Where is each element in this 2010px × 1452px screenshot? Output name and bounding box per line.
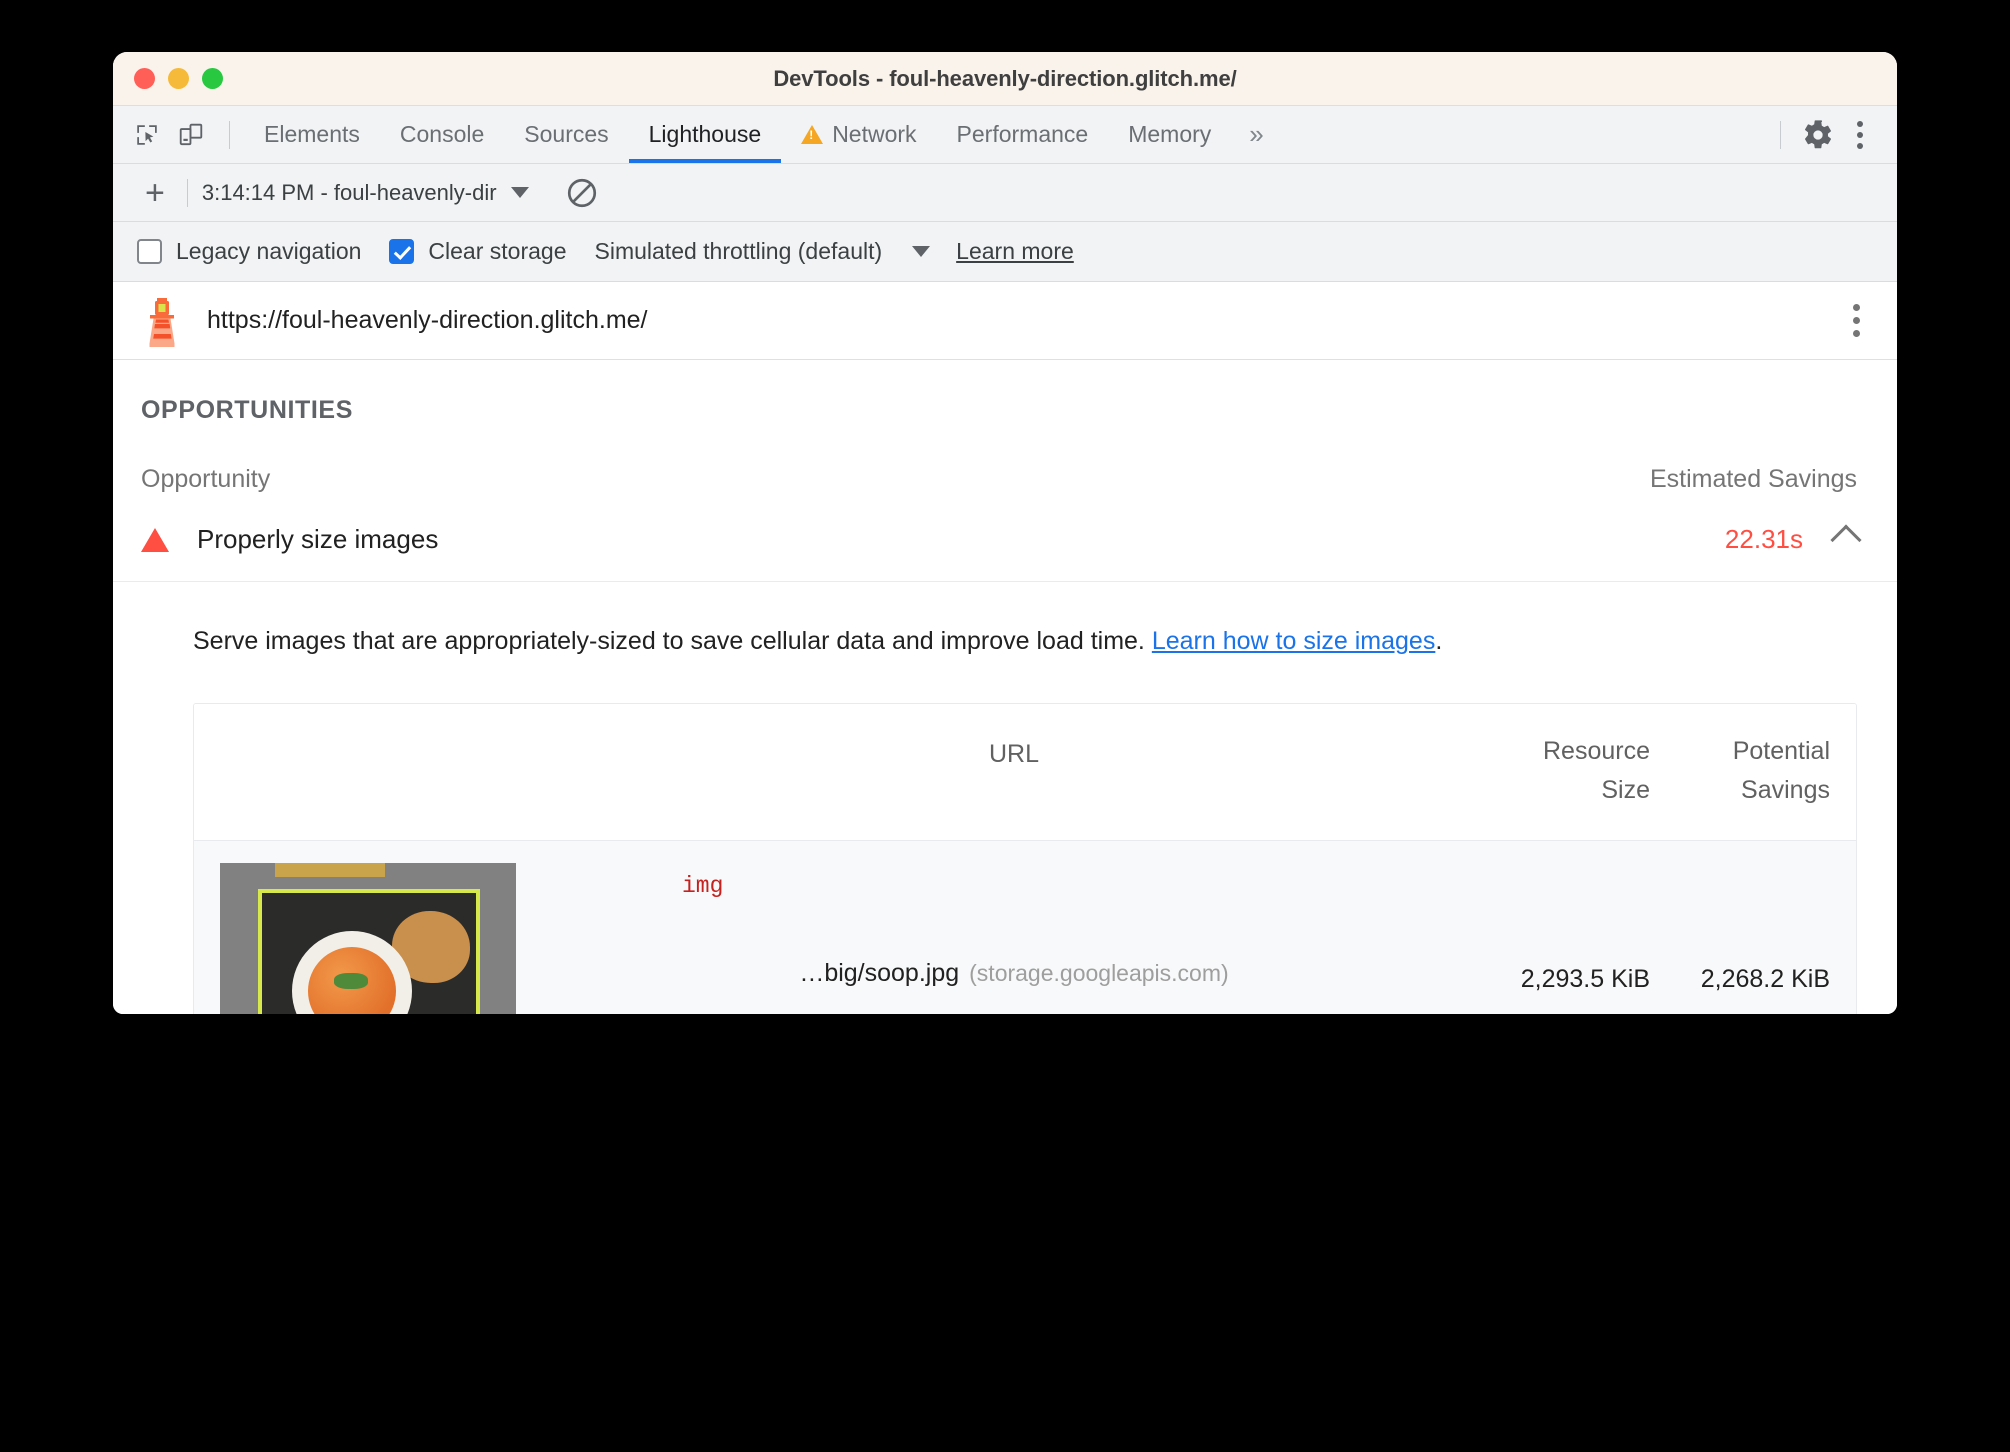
table-row: Soop Cozy warm img …big/soop.jpg (storage… xyxy=(194,840,1856,1015)
lh-toolbar-divider xyxy=(186,178,188,207)
description-period: . xyxy=(1435,627,1443,655)
close-window-button[interactable] xyxy=(134,68,155,89)
tab-elements[interactable]: Elements xyxy=(244,106,380,163)
window-title: DevTools - foul-heavenly-direction.glitc… xyxy=(773,65,1237,91)
opportunity-details-table: URL Resource Size Potential Savings img … xyxy=(193,703,1857,1014)
caret-down-icon xyxy=(912,246,931,257)
tabbar-divider xyxy=(229,120,230,149)
details-table-header: URL Resource Size Potential Savings xyxy=(194,704,1856,841)
report-url-bar: https://foul-heavenly-direction.glitch.m… xyxy=(113,282,1897,360)
column-opportunity: Opportunity xyxy=(141,465,271,493)
caret-down-icon xyxy=(510,187,529,198)
devtools-tabbar: Elements Console Sources Lighthouse Netw… xyxy=(113,106,1897,164)
device-toolbar-icon[interactable] xyxy=(171,115,211,155)
thumbnail-highlight-box xyxy=(258,888,480,1014)
maximize-window-button[interactable] xyxy=(202,68,223,89)
throttling-select[interactable]: Simulated throttling (default) xyxy=(595,238,931,265)
header-thumbnail-spacer xyxy=(220,732,550,810)
devtools-window: DevTools - foul-heavenly-direction.glitc… xyxy=(113,52,1897,1014)
opportunity-title: Properly size images xyxy=(197,524,439,554)
row-url-cell: img …big/soop.jpg (storage.googleapis.com… xyxy=(550,863,1478,1015)
header-potential-savings-line2: Savings xyxy=(1741,775,1830,804)
tab-sources[interactable]: Sources xyxy=(504,106,628,163)
header-resource-size: Resource Size xyxy=(1478,732,1650,810)
header-potential-savings-line1: Potential xyxy=(1732,737,1830,765)
row-thumbnail-cell: Soop Cozy warm xyxy=(220,862,550,1014)
devtools-menu-kebab-icon[interactable] xyxy=(1841,112,1879,158)
opportunity-description: Serve images that are appropriately-size… xyxy=(113,582,1897,659)
legacy-navigation-label: Legacy navigation xyxy=(176,238,362,264)
row-resource-size: 2,293.5 KiB xyxy=(1520,964,1650,993)
screenshot-root: DevTools - foul-heavenly-direction.glitc… xyxy=(0,0,2010,1452)
row-url-host: (storage.googleapis.com) xyxy=(969,959,1229,986)
opportunity-metrics: 22.31s xyxy=(1247,523,1862,556)
tab-memory[interactable]: Memory xyxy=(1108,106,1231,163)
header-resource-size-line2: Size xyxy=(1601,775,1650,804)
learn-more-link[interactable]: Learn more xyxy=(956,238,1074,265)
row-url-path[interactable]: …big/soop.jpg xyxy=(799,959,959,987)
tab-label: Memory xyxy=(1128,121,1212,147)
description-text: Serve images that are appropriately-size… xyxy=(193,627,1145,655)
lighthouse-logo-icon xyxy=(139,294,185,348)
opportunities-section-title: OPPORTUNITIES xyxy=(141,396,353,424)
lighthouse-settings-row: Legacy navigation Clear storage Simulate… xyxy=(113,222,1897,282)
new-report-button[interactable]: + xyxy=(137,176,173,210)
legacy-navigation-checkbox[interactable]: Legacy navigation xyxy=(137,238,361,265)
more-tabs-chevron-icon[interactable]: » xyxy=(1231,119,1281,150)
header-resource-size-line1: Resource xyxy=(1543,737,1650,765)
inspect-cursor-icon[interactable] xyxy=(127,115,167,155)
minimize-window-button[interactable] xyxy=(168,68,189,89)
tab-network[interactable]: Network xyxy=(781,106,936,163)
report-url: https://foul-heavenly-direction.glitch.m… xyxy=(207,306,648,334)
red-triangle-fail-icon xyxy=(141,527,169,552)
tab-performance[interactable]: Performance xyxy=(937,106,1109,163)
traffic-lights xyxy=(134,68,223,89)
tab-label: Network xyxy=(832,121,917,147)
report-menu-kebab-icon[interactable] xyxy=(1839,294,1873,348)
savings-sparkbar xyxy=(1247,533,1643,546)
lighthouse-toolbar: + 3:14:14 PM - foul-heavenly-dir xyxy=(113,164,1897,222)
checkbox-box xyxy=(137,239,162,264)
node-tag-label: img xyxy=(682,872,724,899)
row-potential-savings: 2,268.2 KiB xyxy=(1700,964,1830,993)
tab-label: Console xyxy=(399,121,485,147)
tab-label: Elements xyxy=(264,121,360,147)
chevron-up-icon[interactable] xyxy=(1830,523,1862,556)
opportunity-row-properly-size-images[interactable]: Properly size images 22.31s xyxy=(113,494,1897,582)
throttling-label: Simulated throttling (default) xyxy=(594,238,883,264)
clear-storage-label: Clear storage xyxy=(428,238,567,264)
soup-screenshot-thumbnail[interactable]: Soop Cozy warm xyxy=(220,862,516,1014)
opportunities-table-header: Opportunity Estimated Savings xyxy=(113,425,1897,494)
warning-triangle-icon xyxy=(801,125,824,144)
window-titlebar: DevTools - foul-heavenly-direction.glitc… xyxy=(113,52,1897,106)
tab-label: Performance xyxy=(956,121,1089,147)
column-estimated-savings: Estimated Savings xyxy=(1649,465,1857,493)
header-url: URL xyxy=(988,740,1039,768)
report-selector-label: 3:14:14 PM - foul-heavenly-dir xyxy=(201,179,497,205)
tab-lighthouse[interactable]: Lighthouse xyxy=(628,106,782,163)
opportunity-savings-value: 22.31s xyxy=(1724,524,1803,554)
size-images-doc-link[interactable]: Learn how to size images xyxy=(1152,627,1435,655)
thumbnail-topbar xyxy=(275,862,385,877)
row-url-line: …big/soop.jpg (storage.googleapis.com) xyxy=(550,959,1478,988)
tabbar-actions-divider xyxy=(1780,120,1781,149)
tab-list: Elements Console Sources Lighthouse Netw… xyxy=(244,106,1282,163)
gear-icon[interactable] xyxy=(1795,112,1841,158)
tab-label: Lighthouse xyxy=(648,121,762,147)
tab-label: Sources xyxy=(524,121,609,147)
tab-console[interactable]: Console xyxy=(380,106,504,163)
header-potential-savings: Potential Savings xyxy=(1650,732,1830,810)
herb-shape xyxy=(334,972,368,989)
clear-storage-checkbox[interactable]: Clear storage xyxy=(389,238,567,265)
lighthouse-report-body: OPPORTUNITIES Opportunity Estimated Savi… xyxy=(113,360,1897,1014)
report-selector[interactable]: 3:14:14 PM - foul-heavenly-dir xyxy=(202,180,529,206)
checkbox-box xyxy=(389,239,415,264)
tabbar-actions xyxy=(1766,112,1897,158)
clear-no-entry-icon[interactable] xyxy=(563,174,601,212)
